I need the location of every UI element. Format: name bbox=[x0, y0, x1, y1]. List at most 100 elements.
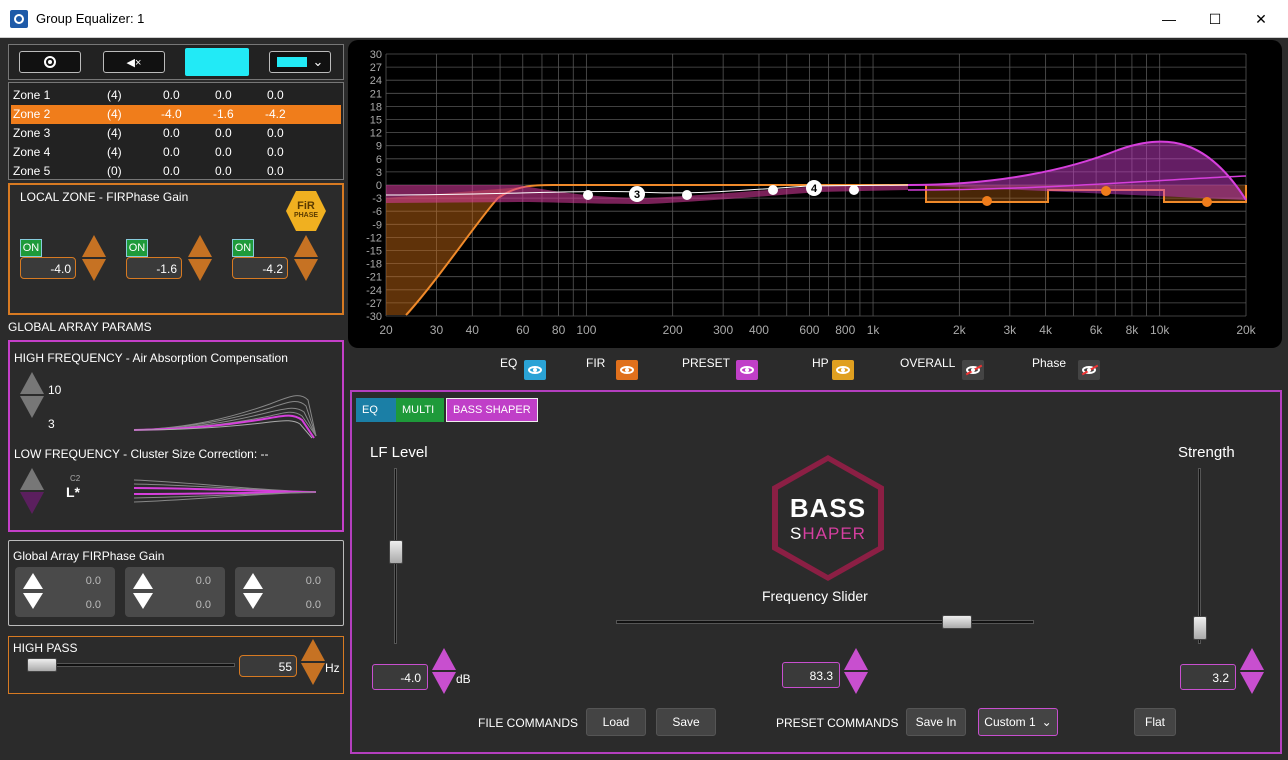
lf-level-thumb[interactable] bbox=[389, 540, 403, 564]
eq-graph[interactable]: 30 27 24 21 18 15 12 9 6 3 0 -3 -6 -9 -12 -15 -18 -21 -24-… bbox=[348, 40, 1282, 348]
tab-multi[interactable]: MULTI bbox=[396, 398, 444, 422]
zone-toolbar: ◀× ⌄ bbox=[8, 44, 344, 80]
x-tick-label: 100 bbox=[576, 323, 596, 337]
table-row[interactable]: Zone 4 (4) 0.0 0.0 0.0 bbox=[11, 143, 341, 162]
on-toggle-1[interactable]: ON bbox=[20, 239, 42, 257]
x-tick-label: 3k bbox=[1003, 323, 1017, 337]
fir-phase-badge[interactable]: FiR PHASE bbox=[286, 191, 326, 231]
increase-arrow-icon[interactable] bbox=[133, 573, 153, 589]
gain-stepper-1[interactable] bbox=[82, 235, 106, 281]
preset-select[interactable]: Custom 1 ⌄ bbox=[978, 708, 1058, 736]
global-gain-box-1[interactable]: 0.0 0.0 bbox=[15, 567, 115, 617]
decrease-arrow-icon[interactable] bbox=[133, 593, 153, 609]
eq-node[interactable] bbox=[849, 185, 859, 195]
eq-visibility-eye-icon[interactable] bbox=[524, 360, 546, 380]
hf-stepper[interactable] bbox=[20, 372, 44, 418]
color-dropdown[interactable]: ⌄ bbox=[269, 51, 331, 73]
logo-bass-text: BASS bbox=[789, 492, 867, 523]
chevron-down-icon: ⌄ bbox=[312, 54, 324, 69]
zone-value: 0.0 bbox=[215, 88, 232, 102]
lf-stepper[interactable] bbox=[20, 468, 44, 514]
mute-button[interactable]: ◀× bbox=[103, 51, 165, 73]
legend-preset-label: PRESET bbox=[682, 356, 731, 370]
lf-level-value[interactable]: -4.0 bbox=[372, 664, 428, 690]
zone-value: -4.2 bbox=[265, 107, 286, 121]
badge-bottom: PHASE bbox=[293, 212, 319, 219]
global-gain-box-3[interactable]: 0.0 0.0 bbox=[235, 567, 335, 617]
maximize-button[interactable]: ☐ bbox=[1192, 0, 1238, 38]
zone-value: 0.0 bbox=[215, 164, 232, 178]
save-in-button[interactable]: Save In bbox=[906, 708, 966, 736]
preset-node[interactable] bbox=[1101, 186, 1111, 196]
fir-visibility-eye-icon[interactable] bbox=[616, 360, 638, 380]
eq-node[interactable] bbox=[583, 190, 593, 200]
hp-visibility-eye-icon[interactable] bbox=[832, 360, 854, 380]
close-button[interactable]: ✕ bbox=[1238, 0, 1284, 38]
table-row[interactable]: Zone 3 (4) 0.0 0.0 0.0 bbox=[11, 124, 341, 143]
y-tick-label: 15 bbox=[370, 115, 382, 127]
zone-value: 0.0 bbox=[267, 126, 284, 140]
high-pass-thumb[interactable] bbox=[27, 658, 57, 672]
zone-name: Zone 3 bbox=[13, 126, 51, 140]
decrease-arrow-icon[interactable] bbox=[23, 593, 43, 609]
on-toggle-2[interactable]: ON bbox=[126, 239, 148, 257]
y-tick-label: 30 bbox=[370, 49, 382, 61]
high-pass-value[interactable]: 55 bbox=[239, 655, 297, 677]
y-tick-label: -21 bbox=[366, 272, 382, 284]
x-tick-label: 2k bbox=[953, 323, 967, 337]
high-pass-unit: Hz bbox=[325, 661, 340, 675]
gain-value-3[interactable]: -4.2 bbox=[232, 257, 288, 279]
lf-level-stepper[interactable] bbox=[432, 648, 456, 694]
tab-bass-shaper[interactable]: BASS SHAPER bbox=[446, 398, 538, 422]
window-title: Group Equalizer: 1 bbox=[36, 11, 145, 26]
table-row[interactable]: Zone 1 (4) 0.0 0.0 0.0 bbox=[11, 86, 341, 105]
high-pass-stepper[interactable] bbox=[301, 639, 325, 685]
overall-visibility-eye-icon[interactable] bbox=[962, 360, 984, 380]
preset-node[interactable] bbox=[982, 196, 992, 206]
load-button[interactable]: Load bbox=[586, 708, 646, 736]
zone-color-swatch[interactable] bbox=[185, 48, 249, 76]
zone-value: 0.0 bbox=[163, 88, 180, 102]
on-toggle-3[interactable]: ON bbox=[232, 239, 254, 257]
high-pass-label: HIGH PASS bbox=[13, 641, 78, 655]
file-commands-label: FILE COMMANDS bbox=[478, 716, 579, 730]
minimize-button[interactable]: — bbox=[1146, 0, 1192, 38]
strength-value[interactable]: 3.2 bbox=[1180, 664, 1236, 690]
table-row[interactable]: Zone 5 (0) 0.0 0.0 0.0 bbox=[11, 162, 341, 181]
y-tick-label: -9 bbox=[372, 219, 382, 231]
y-tick-label: -3 bbox=[372, 193, 382, 205]
flat-button[interactable]: Flat bbox=[1134, 708, 1176, 736]
gain-value-2[interactable]: -1.6 bbox=[126, 257, 182, 279]
lf-curves bbox=[133, 479, 317, 503]
gain-stepper-2[interactable] bbox=[188, 235, 212, 281]
increase-arrow-icon[interactable] bbox=[243, 573, 263, 589]
decrease-arrow-icon[interactable] bbox=[243, 593, 263, 609]
solo-button[interactable] bbox=[19, 51, 81, 73]
table-row-selected[interactable]: Zone 2 (4) -4.0 -1.6 -4.2 bbox=[11, 105, 341, 124]
save-button[interactable]: Save bbox=[656, 708, 716, 736]
gain-value-1[interactable]: -4.0 bbox=[20, 257, 76, 279]
high-pass-slider[interactable] bbox=[29, 663, 235, 667]
preset-node[interactable] bbox=[1202, 197, 1212, 207]
eq-node[interactable] bbox=[768, 185, 778, 195]
frequency-value[interactable]: 83.3 bbox=[782, 662, 840, 688]
strength-thumb[interactable] bbox=[1193, 616, 1207, 640]
eq-marker-3-label: 3 bbox=[634, 189, 640, 201]
frequency-stepper[interactable] bbox=[844, 648, 868, 694]
global-gain-box-2[interactable]: 0.0 0.0 bbox=[125, 567, 225, 617]
strength-stepper[interactable] bbox=[1240, 648, 1264, 694]
phase-visibility-eye-icon[interactable] bbox=[1078, 360, 1100, 380]
legend-hp-label: HP bbox=[812, 356, 829, 370]
eq-node[interactable] bbox=[682, 190, 692, 200]
frequency-thumb[interactable] bbox=[942, 615, 972, 629]
tab-eq[interactable]: EQ bbox=[356, 398, 396, 422]
global-array-panel: HIGH FREQUENCY - Air Absorption Compensa… bbox=[8, 340, 344, 532]
y-tick-label: -24 bbox=[366, 285, 382, 297]
preset-visibility-eye-icon[interactable] bbox=[736, 360, 758, 380]
increase-arrow-icon[interactable] bbox=[23, 573, 43, 589]
mute-icon: ◀× bbox=[126, 56, 142, 69]
gain-stepper-3[interactable] bbox=[294, 235, 318, 281]
x-tick-label: 6k bbox=[1090, 323, 1104, 337]
hf-bottom-value: 3 bbox=[48, 417, 55, 431]
gain-top: 0.0 bbox=[85, 575, 101, 587]
